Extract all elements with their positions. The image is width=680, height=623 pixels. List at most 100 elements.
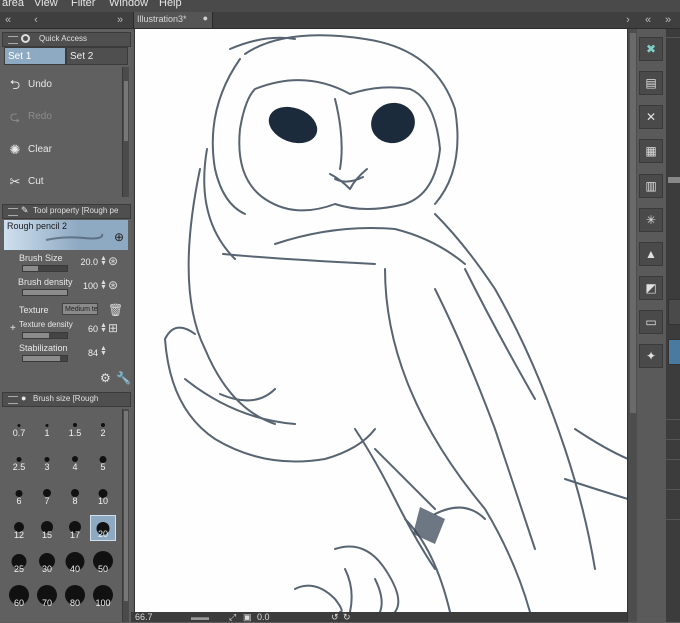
brush-size-label: 4 (72, 462, 78, 472)
brush-size-cell[interactable]: 6 (6, 481, 32, 507)
rotate-right-icon[interactable]: ↻ (343, 612, 351, 623)
cut-button[interactable]: ✂ Cut (6, 169, 121, 195)
folder-new-icon[interactable]: ▤ (639, 71, 663, 95)
brush-size-cell[interactable]: 70 (34, 583, 60, 609)
brush-size-row[interactable]: Brush Size 20.0 ▲ ▼ ⊛ (4, 253, 128, 277)
drawing-canvas[interactable] (134, 29, 629, 613)
set-2-tab[interactable]: Set 2 (66, 47, 128, 65)
brush-size-cell[interactable]: 40 (62, 549, 88, 575)
ruler-icon[interactable]: ✳ (639, 208, 663, 232)
mask-icon[interactable]: ◩ (639, 276, 663, 300)
brush-size-cell[interactable]: 2 (90, 413, 116, 439)
stabilization-spinner-icon[interactable]: ▲ ▼ (100, 345, 107, 357)
document-tab-close-icon[interactable]: ● (203, 13, 208, 23)
folder-icon[interactable]: ▭ (639, 310, 663, 334)
tab-next-icon[interactable]: › (620, 12, 636, 28)
set-1-tab[interactable]: Set 1 (4, 47, 66, 65)
wrench-icon[interactable]: 🔧 (116, 371, 131, 385)
clear-button[interactable]: ✺ Clear (6, 137, 121, 163)
stabilization-value[interactable]: 84 (74, 348, 98, 358)
brush-size-cell[interactable]: 50 (90, 549, 116, 575)
figure-icon[interactable]: ✦ (639, 344, 663, 368)
brush-size-cell[interactable]: 100 (90, 583, 116, 609)
tool-property-header[interactable]: ✎ Tool property [Rough pe (2, 204, 131, 219)
rotate-left-icon[interactable]: ↺ (331, 612, 339, 623)
menu-item-window[interactable]: Window (109, 0, 148, 9)
menu-item-help[interactable]: Help (159, 0, 182, 9)
brush-size-cell[interactable]: 0.7 (6, 413, 32, 439)
brush-size-cell[interactable]: 8 (62, 481, 88, 507)
quick-access-scrollbar[interactable] (122, 67, 129, 197)
brush-size-cell[interactable]: 2.5 (6, 447, 32, 473)
texture-density-spinner-icon[interactable]: ▲ ▼ (100, 322, 107, 334)
tool-search-icon[interactable]: ⊕ (114, 230, 124, 244)
brush-size-cell[interactable]: 10 (90, 481, 116, 507)
brush-size-scrollbar[interactable] (122, 409, 129, 622)
expand-panels-icon[interactable]: » (660, 12, 676, 28)
menu-item-filter[interactable]: Filter (71, 0, 95, 9)
brush-size-cell[interactable]: 5 (90, 447, 116, 473)
zoom-level[interactable]: 66.7 (135, 612, 153, 622)
texture-density-slider[interactable] (22, 332, 68, 339)
fit-window-icon[interactable]: ⤢ (229, 612, 236, 623)
texture-trash-icon[interactable]: 🗑 (108, 303, 123, 317)
brush-density-spinner-icon[interactable]: ▲ ▼ (100, 279, 107, 291)
actual-size-icon[interactable]: ▣ (243, 612, 252, 623)
expand-right-icon[interactable]: » (112, 12, 128, 28)
brush-size-cell[interactable]: 80 (62, 583, 88, 609)
layer-grid-icon[interactable]: ▥ (639, 174, 663, 198)
expand-plus-icon[interactable]: + (10, 323, 16, 334)
brush-density-pressure-icon[interactable]: ⊛ (108, 278, 118, 292)
tool-preview[interactable]: Rough pencil 2 ⊕ (4, 220, 128, 250)
stabilization-slider[interactable] (22, 355, 68, 362)
brush-density-value[interactable]: 100 (74, 281, 98, 291)
brush-size-slider[interactable] (22, 265, 68, 272)
brush-density-row[interactable]: Brush density 100 ▲ ▼ ⊛ (4, 277, 128, 301)
stabilization-fill (23, 356, 60, 361)
layer-row[interactable] (668, 299, 680, 325)
layer-delete-icon[interactable]: ✕ (639, 105, 663, 129)
panel-grip-icon[interactable] (8, 208, 18, 216)
brush-size-cell[interactable]: 7 (34, 481, 60, 507)
menu-item-area[interactable]: area (2, 0, 24, 9)
menu-item-view[interactable]: View (34, 0, 58, 9)
brush-size-cell[interactable]: 1.5 (62, 413, 88, 439)
brush-density-slider[interactable] (22, 289, 68, 296)
texture-select[interactable]: Medium tex (62, 303, 98, 315)
layer-new-icon[interactable]: ✖ (639, 37, 663, 61)
brush-size-cell[interactable]: 30 (34, 549, 60, 575)
stabilization-row[interactable]: Stabilization 84 ▲ ▼ (4, 343, 128, 367)
brush-size-spinner-icon[interactable]: ▲ ▼ (100, 255, 107, 267)
transparency-icon[interactable]: ▦ (639, 139, 663, 163)
brush-size-panel-header[interactable]: ● Brush size [Rough (2, 392, 131, 407)
brush-size-cell[interactable]: 25 (6, 549, 32, 575)
brush-size-cell[interactable]: 15 (34, 515, 60, 541)
texture-density-value[interactable]: 60 (74, 324, 98, 334)
collapse-left-icon[interactable]: « (0, 12, 16, 28)
image-layer-icon[interactable]: ▲ (639, 242, 663, 266)
brush-size-pressure-icon[interactable]: ⊛ (108, 254, 118, 268)
collapse-right-icon[interactable]: « (640, 12, 656, 28)
brush-size-cell[interactable]: 3 (34, 447, 60, 473)
brush-size-cell[interactable]: 60 (6, 583, 32, 609)
redo-button[interactable]: ⮎ Redo (6, 104, 121, 130)
brush-size-value[interactable]: 20.0 (74, 257, 98, 267)
texture-density-row[interactable]: + Texture density 60 ▲ ▼ ⊞ (4, 320, 128, 344)
zoom-slider-icon[interactable]: ▬▬ (191, 612, 209, 622)
undo-button[interactable]: ⮌ Undo (6, 72, 121, 98)
brush-size-cell[interactable]: 12 (6, 515, 32, 541)
panel-scroll-thumb[interactable] (668, 177, 680, 183)
quick-access-header[interactable]: Quick Access (2, 32, 131, 47)
brush-size-cell[interactable]: 17 (62, 515, 88, 541)
panel-grip-icon[interactable] (8, 396, 18, 404)
tool-settings-icon[interactable]: ⚙ (100, 371, 111, 385)
layer-row-selected[interactable] (668, 339, 680, 365)
brush-size-cell[interactable]: 20 (90, 515, 116, 541)
panel-grip-icon[interactable] (8, 36, 18, 44)
document-tab[interactable]: Illustration3* ● (133, 12, 213, 28)
tab-prev-icon[interactable]: ‹ (28, 12, 44, 28)
brush-size-cell[interactable]: 4 (62, 447, 88, 473)
angle-value[interactable]: 0.0 (257, 612, 270, 622)
texture-density-graph-icon[interactable]: ⊞ (108, 321, 118, 335)
brush-size-cell[interactable]: 1 (34, 413, 60, 439)
